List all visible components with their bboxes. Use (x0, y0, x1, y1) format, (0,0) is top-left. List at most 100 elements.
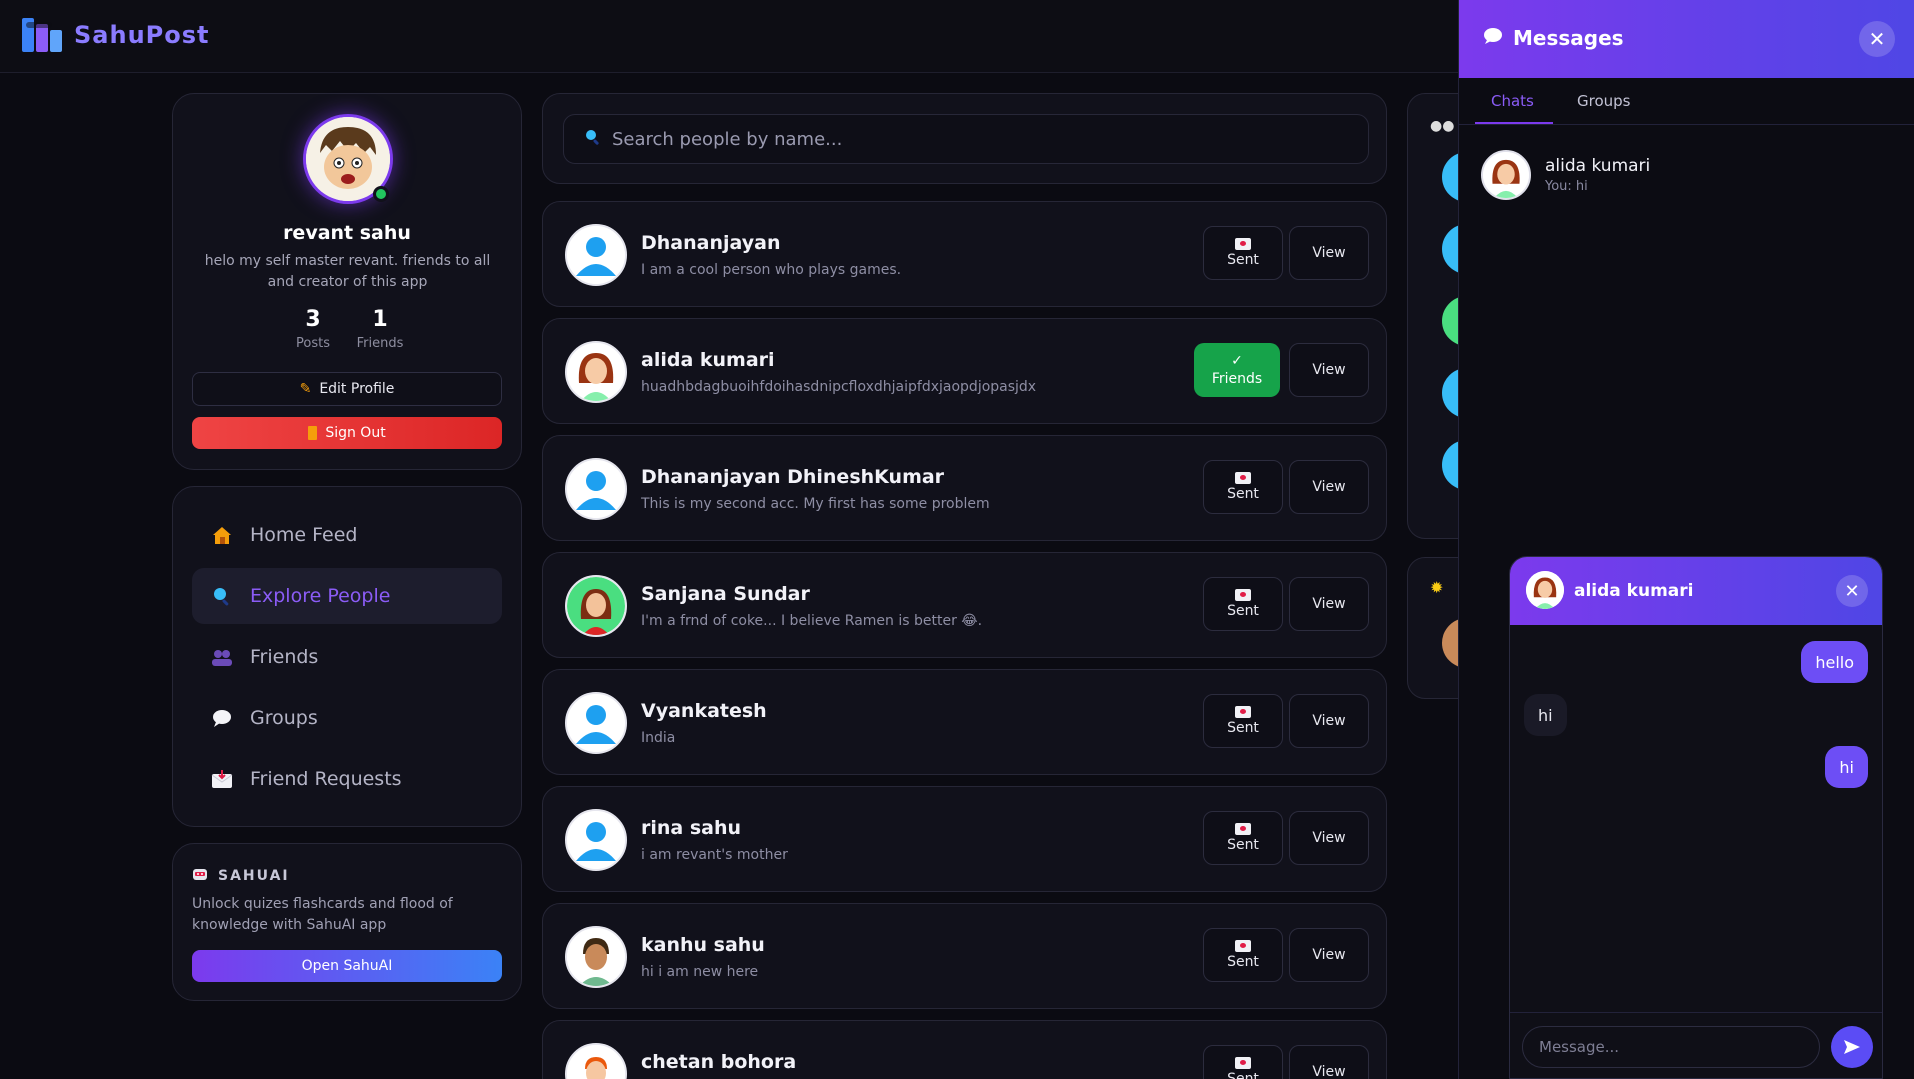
person-avatar[interactable] (565, 575, 627, 637)
messages-tabs: Chats Groups (1459, 78, 1914, 125)
chat-window-avatar (1526, 571, 1564, 609)
sent-label: Sent (1227, 720, 1259, 736)
chat-window-header: alida kumari ✕ (1510, 557, 1882, 625)
request-sent-button[interactable]: Sent (1203, 694, 1283, 748)
nav-item-home-feed[interactable]: Home Feed (192, 507, 502, 563)
nav-label: Groups (250, 707, 318, 729)
send-button[interactable] (1831, 1026, 1873, 1068)
search-input[interactable] (612, 128, 1352, 150)
open-sahuai-button[interactable]: Open SahuAI (192, 950, 502, 982)
nav-item-groups[interactable]: Groups (192, 690, 502, 746)
nav-item-friend-requests[interactable]: Friend Requests (192, 751, 502, 807)
message-input[interactable] (1522, 1026, 1820, 1068)
request-sent-button[interactable]: Sent (1203, 1045, 1283, 1079)
user-silhouette-icon (567, 811, 625, 869)
view-profile-button[interactable]: View (1289, 577, 1369, 631)
messages-title: Messages (1513, 26, 1624, 50)
profile-bio: helo my self master revant. friends to a… (204, 253, 491, 290)
user-silhouette-icon (567, 460, 625, 518)
default-avatar[interactable] (565, 692, 627, 754)
active-tab-indicator (1475, 122, 1553, 124)
tab-chats[interactable]: Chats (1491, 92, 1534, 110)
request-sent-button[interactable]: Sent (1203, 928, 1283, 982)
posts-stat[interactable]: 3 Posts (283, 307, 343, 351)
speech-bubble-icon (1483, 26, 1503, 50)
profile-name: revant sahu (283, 222, 411, 244)
friends-status-button[interactable]: ✓ Friends (1194, 343, 1280, 397)
person-avatar[interactable] (565, 341, 627, 403)
friends-count: 1 (372, 307, 388, 332)
search-box[interactable] (563, 114, 1369, 164)
door-icon (308, 426, 318, 440)
person-card: kanhu sahu hi i am new here Sent View (542, 903, 1387, 1009)
nav-card: Home Feed Explore People Friends Groups … (172, 486, 522, 827)
tab-groups[interactable]: Groups (1577, 92, 1630, 110)
person-card: rina sahu i am revant's mother Sent View (542, 786, 1387, 892)
edit-profile-label: Edit Profile (319, 381, 395, 397)
nav-label: Explore People (250, 585, 391, 607)
sent-label: Sent (1227, 1071, 1259, 1079)
person-bio: I am a cool person who plays games. (641, 262, 902, 278)
envelope-icon (1235, 940, 1251, 952)
view-profile-button[interactable]: View (1289, 343, 1369, 397)
sahuai-description: Unlock quizes flashcards and flood of kn… (192, 896, 453, 933)
default-avatar[interactable] (565, 809, 627, 871)
default-avatar[interactable] (565, 224, 627, 286)
app-logo[interactable]: SahuPost (20, 14, 210, 56)
man-avatar-icon (567, 1045, 625, 1079)
person-name: Dhananjayan DhineshKumar (641, 466, 945, 488)
person-name: Dhananjayan (641, 232, 781, 254)
speech-bubble-icon (210, 706, 234, 730)
message-bubble-sent: hello (1801, 641, 1868, 683)
view-profile-button[interactable]: View (1289, 811, 1369, 865)
user-silhouette-icon (567, 694, 625, 752)
chat-window-name: alida kumari (1574, 581, 1694, 601)
profile-card: revant sahu helo my self master revant. … (172, 93, 522, 470)
view-profile-button[interactable]: View (1289, 226, 1369, 280)
woman-avatar-icon (567, 343, 625, 401)
envelope-icon (210, 767, 234, 791)
person-name: kanhu sahu (641, 934, 765, 956)
nav-item-friends[interactable]: Friends (192, 629, 502, 685)
request-sent-button[interactable]: Sent (1203, 577, 1283, 631)
posts-label: Posts (296, 336, 330, 351)
sent-label: Sent (1227, 954, 1259, 970)
app-name: SahuPost (74, 21, 210, 49)
search-icon (584, 128, 602, 150)
sent-label: Sent (1227, 486, 1259, 502)
chat-list-item[interactable]: alida kumari You: hi (1481, 150, 1650, 200)
online-status-dot (373, 186, 389, 202)
close-messages-button[interactable]: ✕ (1859, 21, 1895, 57)
sun-icon: ✹ (1430, 578, 1444, 597)
person-avatar[interactable] (565, 1043, 627, 1079)
person-card: chetan bohora Sent View (542, 1020, 1387, 1079)
person-bio: India (641, 730, 676, 746)
edit-profile-button[interactable]: ✎ Edit Profile (192, 372, 502, 406)
request-sent-button[interactable]: Sent (1203, 460, 1283, 514)
woman-avatar-icon (1526, 571, 1564, 609)
request-sent-button[interactable]: Sent (1203, 226, 1283, 280)
friends-stat[interactable]: 1 Friends (350, 307, 410, 351)
house-icon (210, 523, 234, 547)
view-profile-button[interactable]: View (1289, 1045, 1369, 1079)
sent-label: Sent (1227, 603, 1259, 619)
person-bio: i am revant's mother (641, 847, 788, 863)
view-profile-button[interactable]: View (1289, 694, 1369, 748)
person-avatar[interactable] (565, 926, 627, 988)
view-profile-button[interactable]: View (1289, 928, 1369, 982)
default-avatar[interactable] (565, 458, 627, 520)
man-avatar-icon (567, 928, 625, 986)
person-name: Vyankatesh (641, 700, 767, 722)
sign-out-button[interactable]: Sign Out (192, 417, 502, 449)
request-sent-button[interactable]: Sent (1203, 811, 1283, 865)
person-card: Dhananjayan DhineshKumar This is my seco… (542, 435, 1387, 541)
person-bio: huadhbdagbuoihfdoihasdnipcfloxdhjaipfdxj… (641, 379, 1037, 395)
person-card: alida kumari huadhbdagbuoihfdoihasdnipcf… (542, 318, 1387, 424)
close-chat-button[interactable]: ✕ (1836, 575, 1868, 607)
nav-item-explore-people[interactable]: Explore People (192, 568, 502, 624)
person-card: Vyankatesh India Sent View (542, 669, 1387, 775)
woman-avatar-icon (1483, 152, 1529, 198)
person-card: Dhananjayan I am a cool person who plays… (542, 201, 1387, 307)
view-profile-button[interactable]: View (1289, 460, 1369, 514)
person-bio: hi i am new here (641, 964, 759, 980)
